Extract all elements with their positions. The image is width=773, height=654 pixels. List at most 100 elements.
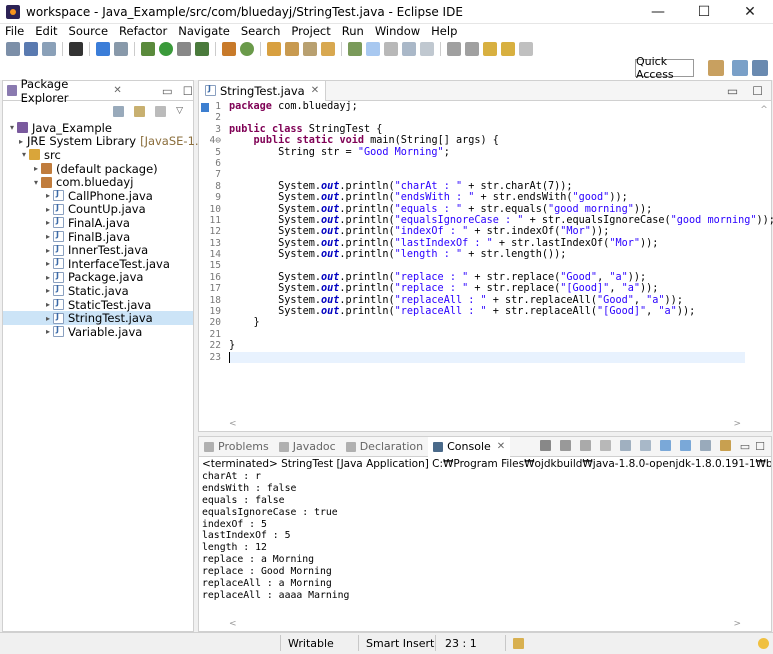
editor-horizontal-scrollbar[interactable]: < > bbox=[199, 417, 771, 431]
tab-problems[interactable]: Problems bbox=[199, 437, 274, 457]
collapse-arrow-icon[interactable]: ▸ bbox=[19, 137, 23, 146]
code-line[interactable]: String str = "Good Morning"; bbox=[229, 147, 745, 158]
collapse-arrow-icon[interactable]: ▸ bbox=[43, 191, 53, 200]
scroll-lock-icon[interactable] bbox=[619, 440, 631, 451]
tree-item[interactable]: ▾ com.bluedayj bbox=[3, 175, 193, 189]
open-console-icon[interactable] bbox=[719, 440, 731, 451]
editor-vertical-scrollbar[interactable]: ^v bbox=[757, 101, 771, 431]
code-line[interactable] bbox=[229, 329, 745, 340]
word-wrap-icon[interactable] bbox=[639, 440, 651, 451]
collapse-arrow-icon[interactable]: ▸ bbox=[43, 300, 53, 309]
code-line[interactable] bbox=[229, 260, 745, 271]
expand-arrow-icon[interactable]: ▾ bbox=[31, 178, 41, 187]
code-line[interactable]: System.out.println("replaceAll : " + str… bbox=[229, 295, 745, 306]
link-with-editor-icon[interactable] bbox=[134, 105, 146, 117]
code-line[interactable] bbox=[229, 112, 745, 123]
tab-console[interactable]: Console ✕ bbox=[428, 436, 511, 457]
collapse-arrow-icon[interactable]: ▸ bbox=[43, 218, 53, 227]
terminate-icon[interactable] bbox=[539, 440, 551, 451]
tree-item[interactable]: ▾ Java_Example bbox=[3, 121, 193, 135]
memory-icon[interactable] bbox=[513, 638, 524, 649]
save-icon[interactable] bbox=[24, 42, 38, 56]
tab-declaration[interactable]: Declaration bbox=[341, 437, 428, 457]
minimize-view-icon[interactable]: ▭ bbox=[727, 84, 738, 98]
code-line[interactable]: System.out.println("replaceAll : " + str… bbox=[229, 306, 745, 317]
code-line[interactable]: System.out.println("charAt : " + str.cha… bbox=[229, 181, 745, 192]
block-selection-icon[interactable] bbox=[402, 42, 416, 56]
code-line[interactable]: System.out.println("replace : " + str.re… bbox=[229, 272, 745, 283]
close-button[interactable]: ✕ bbox=[727, 0, 773, 24]
maximize-view-icon[interactable]: ☐ bbox=[752, 84, 763, 98]
menu-navigate[interactable]: Navigate bbox=[173, 24, 236, 38]
new-icon[interactable] bbox=[6, 42, 20, 56]
console-output[interactable]: charAt : r endsWith : false equals : false… bbox=[199, 471, 771, 602]
source-code[interactable]: package com.bluedayj; public class String… bbox=[229, 101, 773, 363]
view-menu-icon[interactable]: ▽ bbox=[176, 106, 183, 116]
show-whitespace-icon[interactable] bbox=[420, 42, 434, 56]
tree-item[interactable]: ▸ Variable.java bbox=[3, 325, 193, 339]
code-line[interactable]: } bbox=[229, 317, 745, 328]
code-line[interactable]: System.out.println("replace : " + str.re… bbox=[229, 283, 745, 294]
menu-project[interactable]: Project bbox=[286, 24, 336, 38]
clear-console-icon[interactable] bbox=[599, 440, 611, 451]
code-line[interactable] bbox=[229, 158, 745, 169]
tree-item[interactable]: ▸ (default package) bbox=[3, 162, 193, 176]
focus-icon[interactable] bbox=[155, 105, 167, 117]
close-icon[interactable]: ✕ bbox=[497, 441, 505, 452]
tree-item[interactable]: ▸ FinalA.java bbox=[3, 216, 193, 230]
annotation-icon[interactable] bbox=[348, 42, 362, 56]
menu-edit[interactable]: Edit bbox=[30, 24, 63, 38]
package-explorer-tab[interactable]: Package Explorer ✕ ▭ ☐ bbox=[3, 77, 193, 105]
code-line[interactable] bbox=[229, 169, 745, 180]
console-horizontal-scrollbar[interactable]: < > bbox=[199, 617, 771, 631]
run-icon[interactable] bbox=[159, 42, 173, 56]
close-icon[interactable]: ✕ bbox=[311, 85, 319, 96]
code-line[interactable]: public class StringTest { bbox=[229, 124, 745, 135]
minimize-view-icon[interactable]: ▭ bbox=[162, 84, 173, 98]
expand-arrow-icon[interactable]: ▾ bbox=[19, 150, 29, 159]
previous-annotation-icon[interactable] bbox=[465, 42, 479, 56]
open-folder-icon[interactable] bbox=[321, 42, 335, 56]
terminal-icon[interactable] bbox=[96, 42, 110, 56]
tree-item[interactable]: ▸ Static.java bbox=[3, 284, 193, 298]
menu-run[interactable]: Run bbox=[337, 24, 370, 38]
quick-access-field[interactable]: Quick Access bbox=[635, 55, 694, 81]
tree-item[interactable]: ▸ InterfaceTest.java bbox=[3, 257, 193, 271]
stop-icon[interactable] bbox=[177, 42, 191, 56]
close-icon[interactable]: ✕ bbox=[113, 85, 121, 96]
collapse-arrow-icon[interactable]: ▸ bbox=[43, 246, 53, 255]
pin-console-icon[interactable] bbox=[699, 440, 711, 451]
code-line[interactable]: System.out.println("length : " + str.len… bbox=[229, 249, 745, 260]
code-line[interactable]: System.out.println("equals : " + str.equ… bbox=[229, 204, 745, 215]
collapse-arrow-icon[interactable]: ▸ bbox=[43, 327, 53, 336]
remove-all-icon[interactable] bbox=[579, 440, 591, 451]
code-line[interactable]: System.out.println("equalsIgnoreCase : "… bbox=[229, 215, 773, 226]
maximize-button[interactable]: ☐ bbox=[681, 0, 727, 24]
tab-javadoc[interactable]: Javadoc bbox=[274, 437, 341, 457]
tip-bulb-icon[interactable] bbox=[758, 638, 769, 649]
collapse-arrow-icon[interactable]: ▸ bbox=[43, 232, 53, 241]
collapse-arrow-icon[interactable]: ▸ bbox=[43, 259, 53, 268]
collapse-all-icon[interactable] bbox=[113, 105, 125, 117]
java-ee-perspective-icon[interactable] bbox=[732, 60, 748, 76]
tree-item[interactable]: ▸ StaticTest.java bbox=[3, 298, 193, 312]
tree-item[interactable]: ▸ StringTest.java bbox=[3, 311, 193, 325]
tree-item[interactable]: ▸ CountUp.java bbox=[3, 202, 193, 216]
collapse-arrow-icon[interactable]: ▸ bbox=[43, 286, 53, 295]
minimize-button[interactable]: — bbox=[635, 0, 681, 24]
maximize-view-icon[interactable]: ☐ bbox=[183, 84, 193, 98]
next-annotation-icon[interactable] bbox=[447, 42, 461, 56]
tree-item[interactable]: ▾ src bbox=[3, 148, 193, 162]
tree-item[interactable]: ▸ Package.java bbox=[3, 270, 193, 284]
expand-arrow-icon[interactable]: ▾ bbox=[7, 123, 17, 132]
word-wrap-icon[interactable] bbox=[384, 42, 398, 56]
tree-item[interactable]: ▸ JRE System Library [JavaSE-1.8] bbox=[3, 134, 210, 148]
maximize-view-icon[interactable]: ☐ bbox=[755, 440, 765, 453]
last-edit-icon[interactable] bbox=[483, 42, 497, 56]
remove-launch-icon[interactable] bbox=[559, 440, 571, 451]
search-icon[interactable] bbox=[303, 42, 317, 56]
show-on-output-icon[interactable] bbox=[659, 440, 671, 451]
skip-breakpoints-icon[interactable] bbox=[114, 42, 128, 56]
menu-source[interactable]: Source bbox=[64, 24, 115, 38]
menu-help[interactable]: Help bbox=[426, 24, 463, 38]
